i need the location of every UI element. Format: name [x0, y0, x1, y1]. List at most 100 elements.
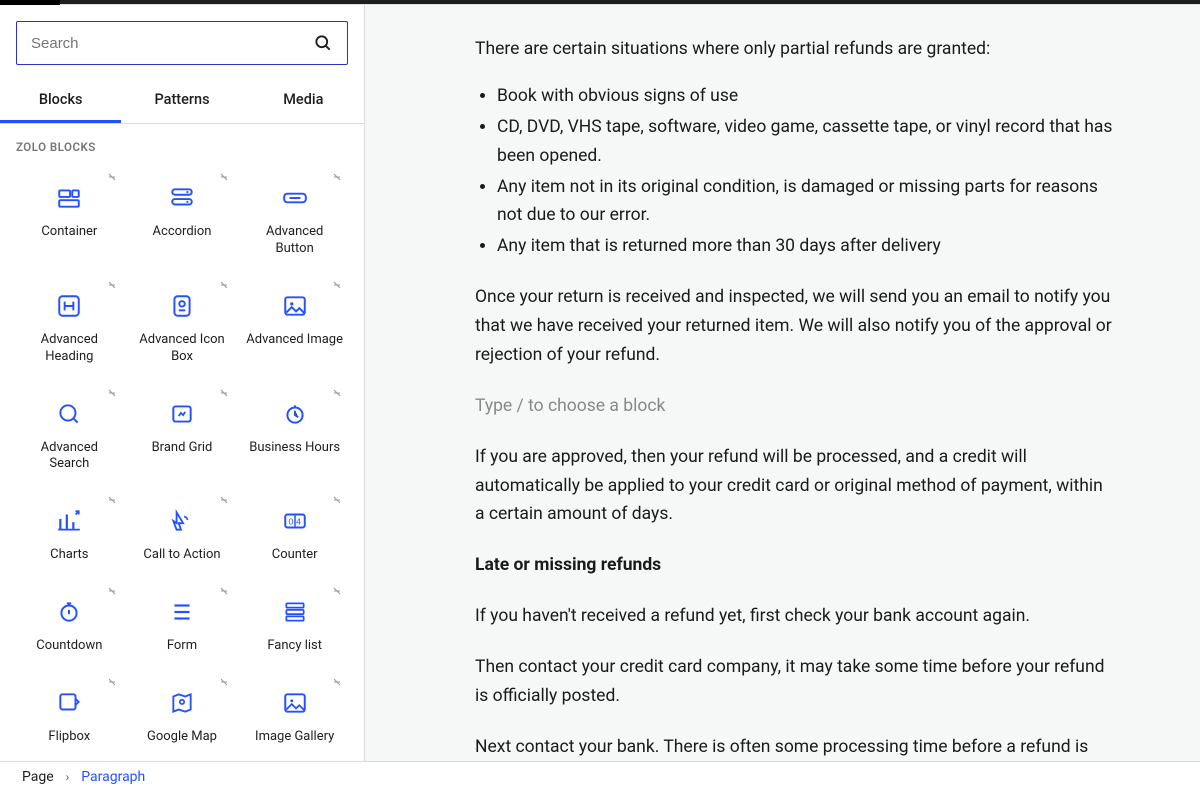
block-label: Accordion	[153, 224, 212, 241]
block-label: Business Hours	[249, 440, 340, 457]
block-item[interactable]: Advanced Button	[241, 168, 348, 268]
map-icon	[168, 689, 196, 717]
block-item[interactable]: Advanced Image	[241, 276, 348, 376]
block-label: Google Map	[147, 729, 217, 746]
block-badge-icon	[219, 677, 229, 687]
block-label: Countdown	[36, 638, 102, 655]
block-label: Call to Action	[143, 547, 220, 564]
empty-block-placeholder[interactable]: Type / to choose a block	[475, 392, 1115, 421]
list-item[interactable]: Book with obvious signs of use	[497, 82, 1115, 111]
block-label: Counter	[272, 547, 318, 564]
block-item[interactable]: Form	[129, 582, 236, 665]
button-icon	[281, 184, 309, 212]
editor-canvas[interactable]: There are certain situations where only …	[365, 5, 1200, 761]
block-badge-icon	[219, 172, 229, 182]
section-label: ZOLO BLOCKS	[16, 140, 348, 154]
block-badge-icon	[107, 172, 117, 182]
block-item[interactable]: Counter	[241, 491, 348, 574]
block-grid: Container Accordion Advanced Button Advance…	[16, 168, 348, 756]
paragraph[interactable]: Then contact your credit card company, i…	[475, 653, 1115, 711]
list-item[interactable]: CD, DVD, VHS tape, software, video game,…	[497, 113, 1115, 171]
block-badge-icon	[107, 586, 117, 596]
charts-icon	[55, 507, 83, 535]
block-badge-icon	[107, 495, 117, 505]
search-icon	[55, 400, 83, 428]
paragraph[interactable]: If you are approved, then your refund wi…	[475, 443, 1115, 530]
block-label: Fancy list	[267, 638, 322, 655]
block-label: Brand Grid	[152, 440, 213, 457]
block-label: Advanced Search	[20, 440, 119, 474]
counter-icon	[281, 507, 309, 535]
tab-blocks[interactable]: Blocks	[0, 81, 121, 123]
search-input[interactable]	[31, 35, 313, 52]
chevron-right-icon: ›	[66, 770, 70, 784]
flipbox-icon	[55, 689, 83, 717]
block-label: Charts	[50, 547, 88, 564]
image-icon	[281, 292, 309, 320]
block-badge-icon	[219, 280, 229, 290]
block-item[interactable]: Flipbox	[16, 673, 123, 756]
search-icon	[313, 33, 333, 53]
breadcrumb-current[interactable]: Paragraph	[81, 769, 145, 785]
block-label: Advanced Heading	[20, 332, 119, 366]
block-item[interactable]: Accordion	[129, 168, 236, 268]
block-badge-icon	[107, 388, 117, 398]
block-badge-icon	[332, 586, 342, 596]
brandgrid-icon	[168, 400, 196, 428]
top-toolbar	[0, 0, 1200, 5]
block-badge-icon	[219, 388, 229, 398]
clock-icon	[281, 400, 309, 428]
list-item[interactable]: Any item that is returned more than 30 d…	[497, 232, 1115, 261]
list-item[interactable]: Any item not in its original condition, …	[497, 173, 1115, 231]
block-badge-icon	[219, 495, 229, 505]
block-item[interactable]: Advanced Heading	[16, 276, 123, 376]
tab-patterns[interactable]: Patterns	[121, 81, 242, 123]
block-badge-icon	[219, 586, 229, 596]
block-item[interactable]: Google Map	[129, 673, 236, 756]
block-item[interactable]: Container	[16, 168, 123, 268]
form-icon	[168, 598, 196, 626]
block-label: Image Gallery	[255, 729, 334, 746]
block-label: Advanced Image	[246, 332, 343, 349]
accordion-icon	[168, 184, 196, 212]
breadcrumb-root[interactable]: Page	[22, 769, 54, 785]
list-block[interactable]: Book with obvious signs of use CD, DVD, …	[475, 82, 1115, 261]
heading-icon	[55, 292, 83, 320]
block-badge-icon	[332, 677, 342, 687]
paragraph[interactable]: Once your return is received and inspect…	[475, 283, 1115, 370]
search-field[interactable]	[16, 21, 348, 65]
block-item[interactable]: Brand Grid	[129, 384, 236, 484]
block-label: Container	[41, 224, 97, 241]
block-label: Form	[167, 638, 197, 655]
container-icon	[55, 184, 83, 212]
countdown-icon	[55, 598, 83, 626]
block-item[interactable]: Charts	[16, 491, 123, 574]
gallery-icon	[281, 689, 309, 717]
fancylist-icon	[281, 598, 309, 626]
paragraph[interactable]: Next contact your bank. There is often s…	[475, 733, 1115, 761]
block-item[interactable]: Advanced Icon Box	[129, 276, 236, 376]
block-label: Advanced Button	[245, 224, 344, 258]
block-label: Advanced Icon Box	[133, 332, 232, 366]
block-label: Flipbox	[48, 729, 90, 746]
block-item[interactable]: Countdown	[16, 582, 123, 665]
iconbox-icon	[168, 292, 196, 320]
block-item[interactable]: Image Gallery	[241, 673, 348, 756]
paragraph[interactable]: Late or missing refunds	[475, 551, 1115, 580]
paragraph[interactable]: If you haven't received a refund yet, fi…	[475, 602, 1115, 631]
cta-icon	[168, 507, 196, 535]
block-inserter-panel: Blocks Patterns Media ZOLO BLOCKS Contai…	[0, 5, 365, 761]
inserter-tabs: Blocks Patterns Media	[0, 81, 364, 124]
block-item[interactable]: Advanced Search	[16, 384, 123, 484]
block-item[interactable]: Business Hours	[241, 384, 348, 484]
block-badge-icon	[107, 677, 117, 687]
block-item[interactable]: Call to Action	[129, 491, 236, 574]
block-badge-icon	[332, 172, 342, 182]
block-badge-icon	[332, 495, 342, 505]
strong-text: Late or missing refunds	[475, 555, 661, 575]
tab-media[interactable]: Media	[243, 81, 364, 123]
block-badge-icon	[332, 280, 342, 290]
paragraph[interactable]: There are certain situations where only …	[475, 35, 1115, 64]
breadcrumb: Page › Paragraph	[0, 761, 1200, 791]
block-item[interactable]: Fancy list	[241, 582, 348, 665]
